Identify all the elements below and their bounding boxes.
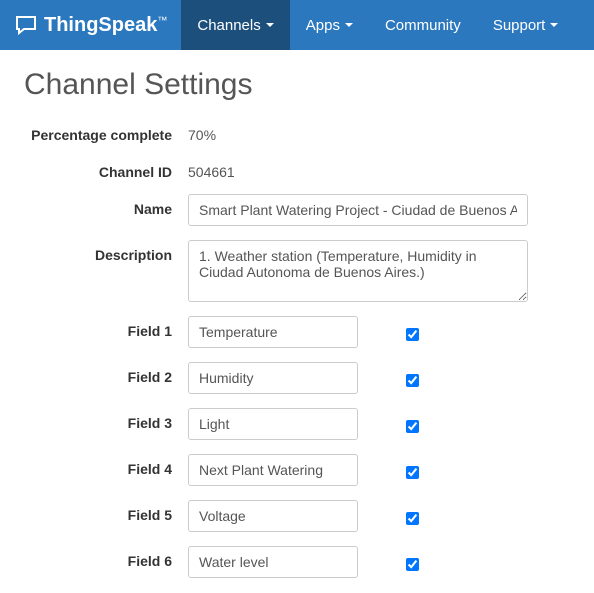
nav-apps-label: Apps [306,17,340,34]
caret-down-icon [266,23,274,27]
row-field-6: Field 6 [0,546,594,578]
row-channel-id: Channel ID 504661 [0,157,594,180]
field-2-input[interactable] [188,362,358,394]
field-3-input[interactable] [188,408,358,440]
navbar: ThingSpeak™ Channels Apps Community Supp… [0,0,594,50]
row-description: Description 1. Weather station (Temperat… [0,240,594,302]
nav-community[interactable]: Community [369,0,477,50]
field-1-input[interactable] [188,316,358,348]
brand-text: ThingSpeak [44,14,157,36]
nav-support[interactable]: Support [477,0,575,50]
row-field-2: Field 2 [0,362,594,394]
field-6-checkbox[interactable] [406,558,419,571]
field-6-label: Field 6 [0,546,188,569]
name-label: Name [0,194,188,217]
field-4-checkbox[interactable] [406,466,419,479]
field-4-input[interactable] [188,454,358,486]
row-name: Name [0,194,594,226]
name-input[interactable] [188,194,528,226]
brand-logo[interactable]: ThingSpeak™ [0,0,181,50]
field-1-checkbox[interactable] [406,328,419,341]
field-2-label: Field 2 [0,362,188,385]
percentage-value: 70% [188,120,216,143]
field-5-label: Field 5 [0,500,188,523]
channel-id-value: 504661 [188,157,235,180]
field-6-input[interactable] [188,546,358,578]
page-title: Channel Settings [0,50,594,120]
nav-channels[interactable]: Channels [181,0,289,50]
row-field-5: Field 5 [0,500,594,532]
caret-down-icon [550,23,558,27]
field-3-label: Field 3 [0,408,188,431]
channel-id-label: Channel ID [0,157,188,180]
percentage-label: Percentage complete [0,120,188,143]
caret-down-icon [345,23,353,27]
nav-channels-label: Channels [197,17,260,34]
field-2-checkbox[interactable] [406,374,419,387]
field-5-input[interactable] [188,500,358,532]
field-4-label: Field 4 [0,454,188,477]
row-field-4: Field 4 [0,454,594,486]
nav-apps[interactable]: Apps [290,0,369,50]
speech-bubble-icon [14,13,38,37]
nav-community-label: Community [385,17,461,34]
row-field-3: Field 3 [0,408,594,440]
field-3-checkbox[interactable] [406,420,419,433]
field-1-label: Field 1 [0,316,188,339]
field-5-checkbox[interactable] [406,512,419,525]
nav-support-label: Support [493,17,546,34]
description-label: Description [0,240,188,263]
trademark-icon: ™ [157,15,167,26]
row-percentage: Percentage complete 70% [0,120,594,143]
nav-items: Channels Apps Community Support [181,0,574,50]
row-field-1: Field 1 [0,316,594,348]
description-textarea[interactable]: 1. Weather station (Temperature, Humidit… [188,240,528,302]
